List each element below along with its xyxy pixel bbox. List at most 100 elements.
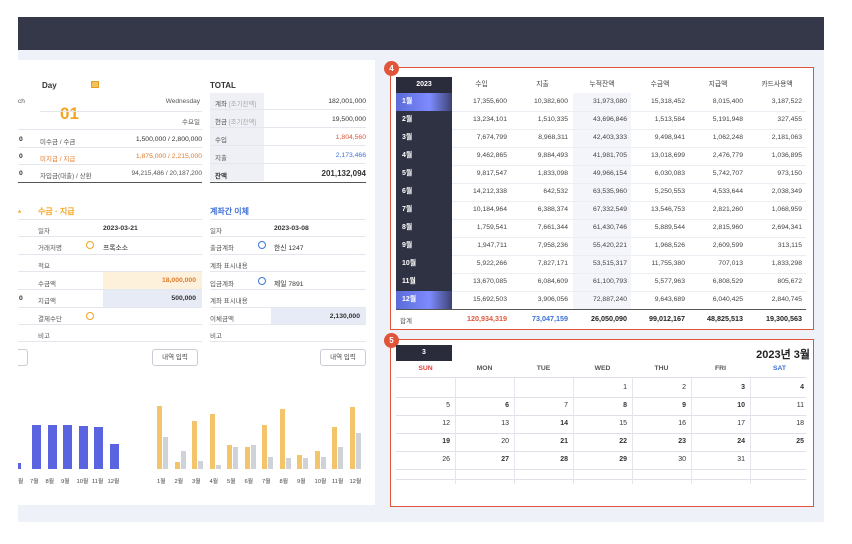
month-row-label[interactable]: 11월	[396, 273, 452, 291]
out-account-field[interactable]: 한신 1247	[274, 242, 304, 252]
calendar-date[interactable]: 30	[632, 456, 686, 463]
bar	[18, 463, 21, 469]
calendar-date[interactable]: 20	[455, 438, 509, 445]
partial-button[interactable]	[18, 349, 28, 366]
calendar-date[interactable]: 31	[691, 456, 745, 463]
divider	[18, 341, 202, 342]
calendar-date[interactable]: 24	[691, 438, 745, 445]
table-cell: 6,388,374	[537, 206, 568, 213]
month-row-label[interactable]: 7월	[396, 201, 452, 219]
table-cell: 2,821,260	[712, 206, 743, 213]
table-cell: 67,332,549	[592, 206, 627, 213]
calendar-date[interactable]: 23	[632, 438, 686, 445]
month-row-label[interactable]: 8월	[396, 219, 452, 237]
bar	[109, 444, 119, 469]
transfer-submit-button[interactable]: 내역 입력	[320, 349, 366, 366]
calendar-date[interactable]: 17	[691, 420, 745, 427]
table-cell: 313,115	[777, 242, 802, 249]
x-axis-label: 9월	[297, 479, 306, 485]
calendar-date[interactable]: 21	[514, 438, 568, 445]
month-row-label[interactable]: 10월	[396, 255, 452, 273]
month-row-label[interactable]: 3월	[396, 129, 452, 147]
search-icon[interactable]	[258, 241, 266, 249]
calendar-date[interactable]: 27	[455, 456, 509, 463]
table-cell: 2,694,341	[771, 224, 802, 231]
calendar-date[interactable]: 11	[750, 402, 804, 409]
calendar-date[interactable]: 28	[514, 456, 568, 463]
row-divider	[452, 165, 806, 166]
table-cell: 7,958,236	[537, 242, 568, 249]
bar	[268, 457, 273, 469]
memo-label: 적요	[38, 263, 50, 270]
calendar-date[interactable]: 13	[455, 420, 509, 427]
table-cell: 1,510,335	[537, 116, 568, 123]
row-divider	[452, 273, 806, 274]
receipt-field[interactable]: 18,000,000	[103, 277, 196, 284]
month-row-label[interactable]: 2월	[396, 111, 452, 129]
calendar-date[interactable]: 3	[691, 384, 745, 391]
calendar-date[interactable]: 4	[750, 384, 804, 391]
table-cell: 72,887,240	[592, 296, 627, 303]
column-header: 지출	[536, 81, 549, 88]
table-cell: 7,674,799	[476, 134, 507, 141]
table-cell: 1,947,711	[477, 242, 507, 249]
divider	[210, 341, 366, 342]
calendar-date[interactable]: 7	[514, 402, 568, 409]
calendar-date[interactable]: 29	[573, 456, 627, 463]
divider	[18, 236, 202, 237]
calendar-date[interactable]: 19	[396, 438, 450, 445]
calendar-date[interactable]: 6	[455, 402, 509, 409]
calendar-date[interactable]: 26	[396, 456, 450, 463]
pay-field[interactable]: 500,000	[103, 295, 196, 302]
calendar-date[interactable]: 2	[632, 384, 686, 391]
x-axis-label: 7월	[262, 479, 271, 485]
total-balance-value: 201,132,094	[321, 169, 367, 178]
date-field[interactable]: 2023-03-21	[103, 225, 138, 232]
table-cell: 5,922,266	[476, 260, 507, 267]
month-row-label[interactable]: 9월	[396, 237, 452, 255]
calendar-date[interactable]: 25	[750, 438, 804, 445]
calendar-date[interactable]: 8	[573, 402, 627, 409]
calendar-date[interactable]: 15	[573, 420, 627, 427]
table-cell: 49,966,154	[592, 170, 627, 177]
in-account-field[interactable]: 제일 7891	[274, 278, 304, 288]
receive-pay-submit-button[interactable]: 내역 입력	[152, 349, 198, 366]
calendar-date[interactable]: 18	[750, 420, 804, 427]
search-icon[interactable]	[86, 312, 94, 320]
table-cell: 42,403,333	[592, 134, 627, 141]
table-cell: 8,015,400	[712, 98, 743, 105]
month-row-label[interactable]: 5월	[396, 165, 452, 183]
bar	[320, 457, 326, 469]
table-cell: 61,430,746	[592, 224, 627, 231]
table-cell: 15,692,503	[472, 296, 507, 303]
partner-field[interactable]: 프록소소	[103, 242, 128, 252]
search-icon[interactable]	[86, 241, 94, 249]
calendar-date[interactable]: 22	[573, 438, 627, 445]
receivable-label: 미수금 / 수금	[40, 139, 76, 146]
calendar-date[interactable]: 1	[573, 384, 627, 391]
top-header-bar	[18, 17, 824, 50]
bar	[209, 414, 215, 469]
month-row-label[interactable]: 6월	[396, 183, 452, 201]
row-divider	[452, 201, 806, 202]
transfer-date-field[interactable]: 2023-03-08	[274, 225, 309, 232]
calendar-date[interactable]: 16	[632, 420, 686, 427]
search-icon[interactable]	[258, 277, 266, 285]
x-axis-label: 1월	[157, 479, 166, 485]
calendar-date[interactable]: 14	[514, 420, 568, 427]
column-header: 카드사용액	[761, 81, 793, 88]
calendar-date[interactable]: 12	[396, 420, 450, 427]
day-title: Day	[42, 81, 57, 90]
bar	[338, 447, 343, 469]
month-row-label[interactable]: 4월	[396, 147, 452, 165]
table-cell: 5,577,963	[654, 278, 685, 285]
calendar-column-line	[632, 378, 633, 484]
calendar-date[interactable]: 10	[691, 402, 745, 409]
calendar-icon[interactable]	[91, 81, 99, 88]
calendar-date[interactable]: 5	[396, 402, 450, 409]
month-row-label[interactable]: 12월	[396, 291, 452, 309]
table-cell: 13,018,699	[650, 152, 685, 159]
amount-field[interactable]: 2,130,000	[271, 313, 360, 320]
month-row-label[interactable]: 1월	[396, 93, 452, 111]
calendar-date[interactable]: 9	[632, 402, 686, 409]
